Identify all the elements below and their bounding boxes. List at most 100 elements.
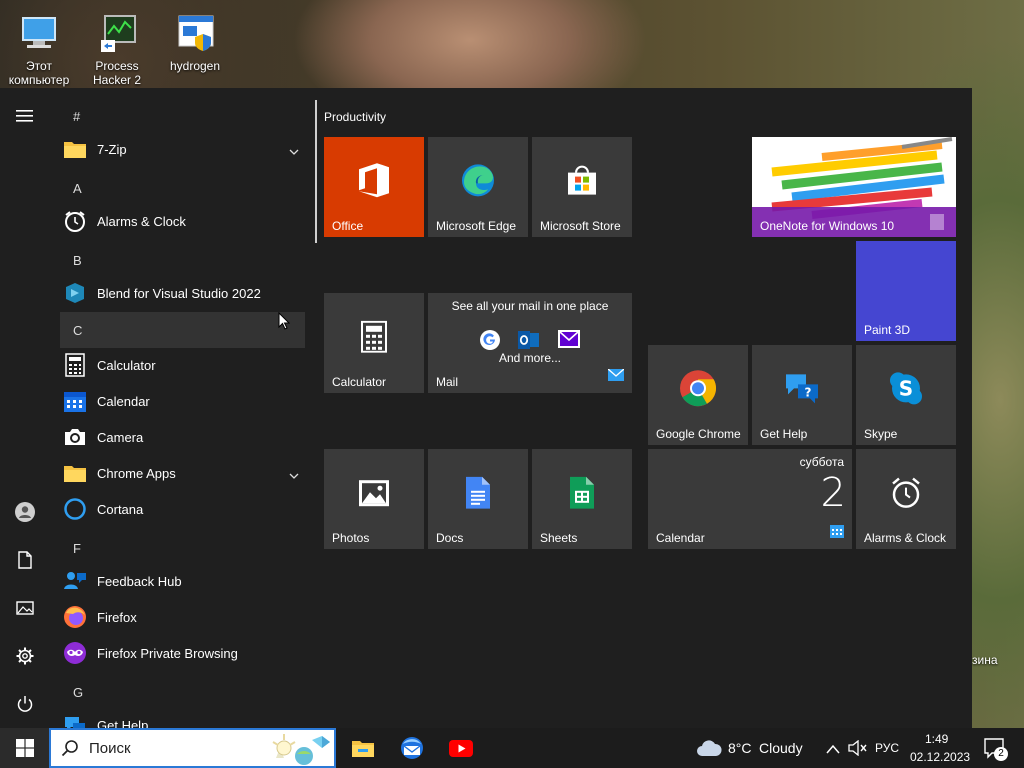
- tile-get-help[interactable]: ? Get Help: [752, 345, 852, 445]
- tile-office[interactable]: Office: [324, 137, 424, 237]
- app-item-cortana[interactable]: Cortana: [60, 491, 305, 527]
- cortana-icon: [63, 497, 87, 521]
- recycle-bin-label[interactable]: зина: [972, 653, 998, 667]
- weather-condition[interactable]: Cloudy: [759, 740, 803, 756]
- clock-date[interactable]: 02.12.2023: [910, 750, 970, 764]
- section-header-c[interactable]: C: [60, 312, 305, 348]
- pictures-button[interactable]: [0, 584, 50, 632]
- this-pc-icon: [17, 12, 61, 56]
- notification-count-badge: 2: [994, 747, 1008, 761]
- calendar-day-name: суббота: [799, 455, 844, 469]
- section-header-a[interactable]: A: [60, 170, 305, 206]
- weather-cloud-icon[interactable]: [696, 739, 722, 762]
- photos-icon: [358, 479, 390, 512]
- youtube-icon: [449, 739, 473, 757]
- desktop-icon-process-hacker[interactable]: Process Hacker 2: [80, 12, 154, 87]
- app-item-alarms-clock[interactable]: Alarms & Clock: [60, 203, 305, 239]
- app-item-feedback-hub[interactable]: Feedback Hub: [60, 563, 305, 599]
- section-header-f[interactable]: F: [60, 530, 305, 566]
- alarm-clock-icon: [63, 209, 87, 233]
- blend-icon: [63, 281, 87, 305]
- windows-logo-icon: [15, 739, 34, 757]
- account-button[interactable]: [0, 488, 50, 536]
- taskbar: Поиск 8°C Cloudy РУС 1:49 02.12.2023 2: [0, 728, 1024, 768]
- tile-skype[interactable]: S Skype: [856, 345, 956, 445]
- tile-group-title[interactable]: Productivity: [324, 110, 386, 124]
- desktop-icon-hydrogen[interactable]: hydrogen: [158, 12, 232, 73]
- app-item-calculator[interactable]: Calculator: [60, 347, 305, 383]
- calendar-icon: [63, 389, 87, 413]
- tile-onenote[interactable]: OneNote for Windows 10: [752, 137, 956, 237]
- folder-icon: [63, 137, 87, 161]
- search-input[interactable]: Поиск: [49, 728, 336, 768]
- app-item-firefox-private[interactable]: Firefox Private Browsing: [60, 635, 305, 671]
- mail-and-more: And more...: [498, 351, 562, 365]
- tile-microsoft-store[interactable]: Microsoft Store: [532, 137, 632, 237]
- section-header-hash[interactable]: #: [60, 98, 305, 134]
- tile-alarms-clock[interactable]: Alarms & Clock: [856, 449, 956, 549]
- get-help-icon: ?: [784, 370, 820, 411]
- section-header-g[interactable]: G: [60, 674, 305, 710]
- notification-center-button[interactable]: 2: [984, 738, 1008, 765]
- office-icon: [357, 161, 391, 204]
- taskbar-thunderbird[interactable]: [389, 728, 435, 768]
- calculator-icon: [63, 353, 87, 377]
- thunderbird-icon: [401, 737, 423, 759]
- weather-temperature[interactable]: 8°C: [728, 740, 752, 756]
- get-help-icon: [63, 713, 87, 728]
- app-item-7zip[interactable]: 7-Zip: [60, 131, 305, 167]
- clock-time[interactable]: 1:49: [925, 732, 948, 746]
- tile-photos[interactable]: Photos: [324, 449, 424, 549]
- taskbar-file-explorer[interactable]: [340, 728, 386, 768]
- start-button[interactable]: [0, 728, 49, 768]
- google-docs-icon: [466, 476, 490, 514]
- documents-button[interactable]: [0, 536, 50, 584]
- app-list[interactable]: # 7-Zip A Alarms & Clock B Blend for Vis…: [60, 88, 310, 728]
- power-button[interactable]: [0, 680, 50, 728]
- tile-docs[interactable]: Docs: [428, 449, 528, 549]
- tile-sheets[interactable]: Sheets: [532, 449, 632, 549]
- chevron-down-icon: [289, 143, 299, 158]
- tile-mail[interactable]: See all your mail in one place And more.…: [428, 293, 632, 393]
- tile-microsoft-edge[interactable]: Microsoft Edge: [428, 137, 528, 237]
- start-rail: [0, 88, 50, 728]
- tile-calculator[interactable]: Calculator: [324, 293, 424, 393]
- edge-icon: [460, 162, 496, 203]
- language-indicator[interactable]: РУС: [875, 741, 899, 755]
- desktop-icon-this-pc[interactable]: Этот компьютер: [2, 12, 76, 87]
- store-icon: [565, 164, 599, 203]
- pictures-icon: [16, 601, 34, 615]
- scroll-indicator[interactable]: [315, 100, 317, 243]
- section-header-b[interactable]: B: [60, 242, 305, 278]
- search-highlight-icon[interactable]: [264, 730, 334, 766]
- tile-calendar[interactable]: суббота 2 Calendar: [648, 449, 852, 549]
- file-explorer-icon: [352, 741, 374, 757]
- chevron-up-icon[interactable]: [826, 741, 840, 759]
- svg-text:S: S: [899, 376, 913, 400]
- hamburger-icon: [16, 110, 33, 122]
- volume-muted-icon[interactable]: [848, 739, 868, 761]
- taskbar-youtube[interactable]: [438, 728, 484, 768]
- document-icon: [18, 551, 32, 569]
- app-item-calendar[interactable]: Calendar: [60, 383, 305, 419]
- mouse-cursor-icon: [278, 311, 291, 335]
- google-sheets-icon: [570, 476, 594, 514]
- tile-paint-3d[interactable]: Paint 3D: [856, 241, 956, 341]
- calendar-day-number: 2: [820, 470, 846, 516]
- app-item-camera[interactable]: Camera: [60, 419, 305, 455]
- alarm-clock-icon: [889, 476, 923, 515]
- expand-menu-button[interactable]: [0, 92, 50, 140]
- power-icon: [17, 696, 33, 712]
- chrome-icon: [679, 369, 717, 412]
- app-item-get-help[interactable]: Get Help: [60, 707, 305, 728]
- app-item-chrome-apps[interactable]: Chrome Apps: [60, 455, 305, 491]
- app-item-firefox[interactable]: Firefox: [60, 599, 305, 635]
- app-item-blend[interactable]: Blend for Visual Studio 2022: [60, 275, 305, 311]
- tile-google-chrome[interactable]: Google Chrome: [648, 345, 748, 445]
- start-menu: # 7-Zip A Alarms & Clock B Blend for Vis…: [0, 88, 972, 728]
- svg-text:?: ?: [805, 385, 812, 399]
- settings-button[interactable]: [0, 632, 50, 680]
- gear-icon: [16, 647, 34, 665]
- skype-icon: S: [888, 370, 924, 411]
- camera-icon: [63, 425, 87, 449]
